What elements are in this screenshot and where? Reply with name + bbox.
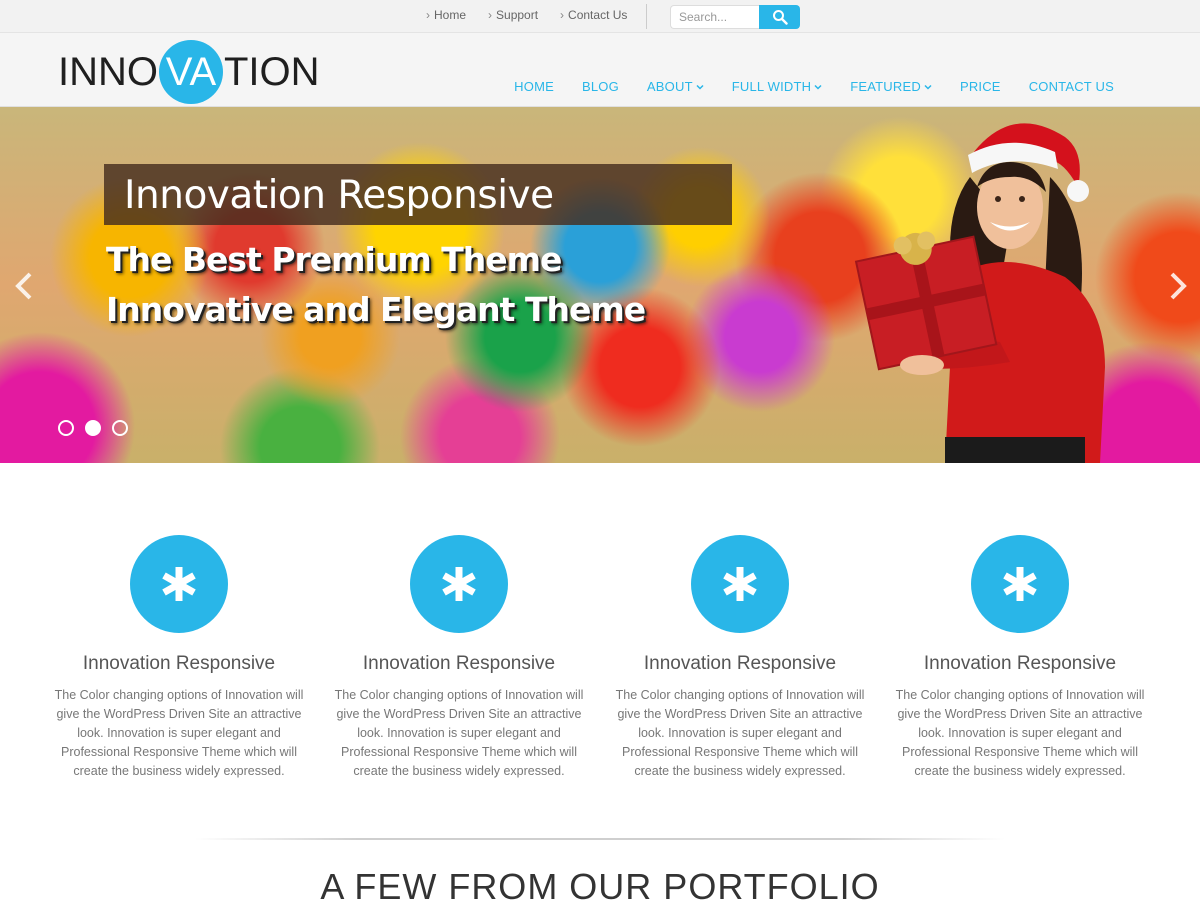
search-input[interactable] bbox=[670, 5, 760, 29]
feature-card: Innovation Responsive The Color changing… bbox=[49, 535, 309, 781]
nav-label: FEATURED bbox=[850, 79, 921, 94]
slider-dot-2[interactable] bbox=[85, 420, 101, 436]
feature-card: Innovation Responsive The Color changing… bbox=[329, 535, 589, 781]
slider-dot-3[interactable] bbox=[112, 420, 128, 436]
nav-label: ABOUT bbox=[646, 79, 693, 94]
section-divider bbox=[195, 838, 1005, 840]
nav-item-contact[interactable]: CONTACT US bbox=[1015, 79, 1128, 94]
main-nav: HOME BLOG ABOUT FULL WIDTH FEATURED PRIC… bbox=[500, 79, 1128, 94]
nav-label: CONTACT US bbox=[1028, 79, 1114, 94]
top-link-contact[interactable]: Contact Us bbox=[560, 8, 627, 22]
chevron-down-icon bbox=[696, 84, 704, 90]
nav-item-home[interactable]: HOME bbox=[500, 79, 568, 94]
logo-circle: VA bbox=[159, 40, 223, 104]
nav-item-featured[interactable]: FEATURED bbox=[836, 79, 946, 94]
feature-text: The Color changing options of Innovation… bbox=[54, 688, 304, 778]
nav-label: FULL WIDTH bbox=[731, 79, 812, 94]
feature-icon-circle[interactable] bbox=[130, 535, 228, 633]
feature-icon-circle[interactable] bbox=[691, 535, 789, 633]
nav-item-about[interactable]: ABOUT bbox=[633, 79, 718, 94]
feature-title[interactable]: Innovation Responsive bbox=[49, 653, 309, 675]
asterisk-icon bbox=[1003, 567, 1037, 601]
nav-label: PRICE bbox=[959, 79, 1001, 94]
feature-card: Innovation Responsive The Color changing… bbox=[610, 535, 870, 781]
hero-subtitle-line2: Innovative and Elegant Theme bbox=[106, 290, 646, 329]
feature-text: The Color changing options of Innovation… bbox=[895, 688, 1145, 778]
feature-title[interactable]: Innovation Responsive bbox=[890, 653, 1150, 675]
nav-label: HOME bbox=[514, 79, 554, 94]
top-bar: Home Support Contact Us bbox=[0, 0, 1200, 33]
asterisk-icon bbox=[723, 567, 757, 601]
nav-item-full-width[interactable]: FULL WIDTH bbox=[718, 79, 837, 94]
nav-label: BLOG bbox=[581, 79, 619, 94]
hero-woman-image bbox=[854, 123, 1105, 463]
feature-title[interactable]: Innovation Responsive bbox=[610, 653, 870, 675]
hero-title: Innovation Responsive bbox=[124, 173, 554, 218]
features-section: Innovation Responsive The Color changing… bbox=[0, 535, 1200, 795]
feature-icon-circle[interactable] bbox=[971, 535, 1069, 633]
slider-dot-1[interactable] bbox=[58, 420, 74, 436]
chevron-down-icon bbox=[924, 84, 932, 90]
top-link-home[interactable]: Home bbox=[426, 8, 466, 22]
slider-next-arrow[interactable] bbox=[1166, 270, 1190, 302]
feature-icon-circle[interactable] bbox=[410, 535, 508, 633]
chevron-down-icon bbox=[814, 84, 822, 90]
slider-pagination bbox=[58, 420, 128, 436]
asterisk-icon bbox=[442, 567, 476, 601]
portfolio-heading: A FEW FROM OUR PORTFOLIO bbox=[320, 866, 880, 900]
search-icon bbox=[772, 10, 788, 25]
top-divider bbox=[646, 4, 647, 29]
hero-subtitle-line1: The Best Premium Theme bbox=[106, 240, 562, 279]
feature-text: The Color changing options of Innovation… bbox=[615, 688, 865, 778]
feature-card: Innovation Responsive The Color changing… bbox=[890, 535, 1150, 781]
nav-item-blog[interactable]: BLOG bbox=[568, 79, 633, 94]
site-logo[interactable]: INNO VA TION bbox=[58, 40, 320, 104]
logo-text-start: INNO bbox=[58, 49, 158, 94]
feature-title[interactable]: Innovation Responsive bbox=[329, 653, 589, 675]
top-link-support[interactable]: Support bbox=[488, 8, 538, 22]
top-links: Home Support Contact Us bbox=[426, 8, 627, 22]
asterisk-icon bbox=[162, 567, 196, 601]
hero-slider: Innovation Responsive The Best Premium T… bbox=[0, 107, 1200, 463]
search-button[interactable] bbox=[759, 5, 800, 29]
feature-text: The Color changing options of Innovation… bbox=[334, 688, 584, 778]
logo-text-end: TION bbox=[224, 49, 320, 94]
slider-prev-arrow[interactable] bbox=[12, 270, 36, 302]
nav-item-price[interactable]: PRICE bbox=[946, 79, 1015, 94]
site-header: INNO VA TION HOME BLOG ABOUT FULL WIDTH … bbox=[0, 33, 1200, 107]
